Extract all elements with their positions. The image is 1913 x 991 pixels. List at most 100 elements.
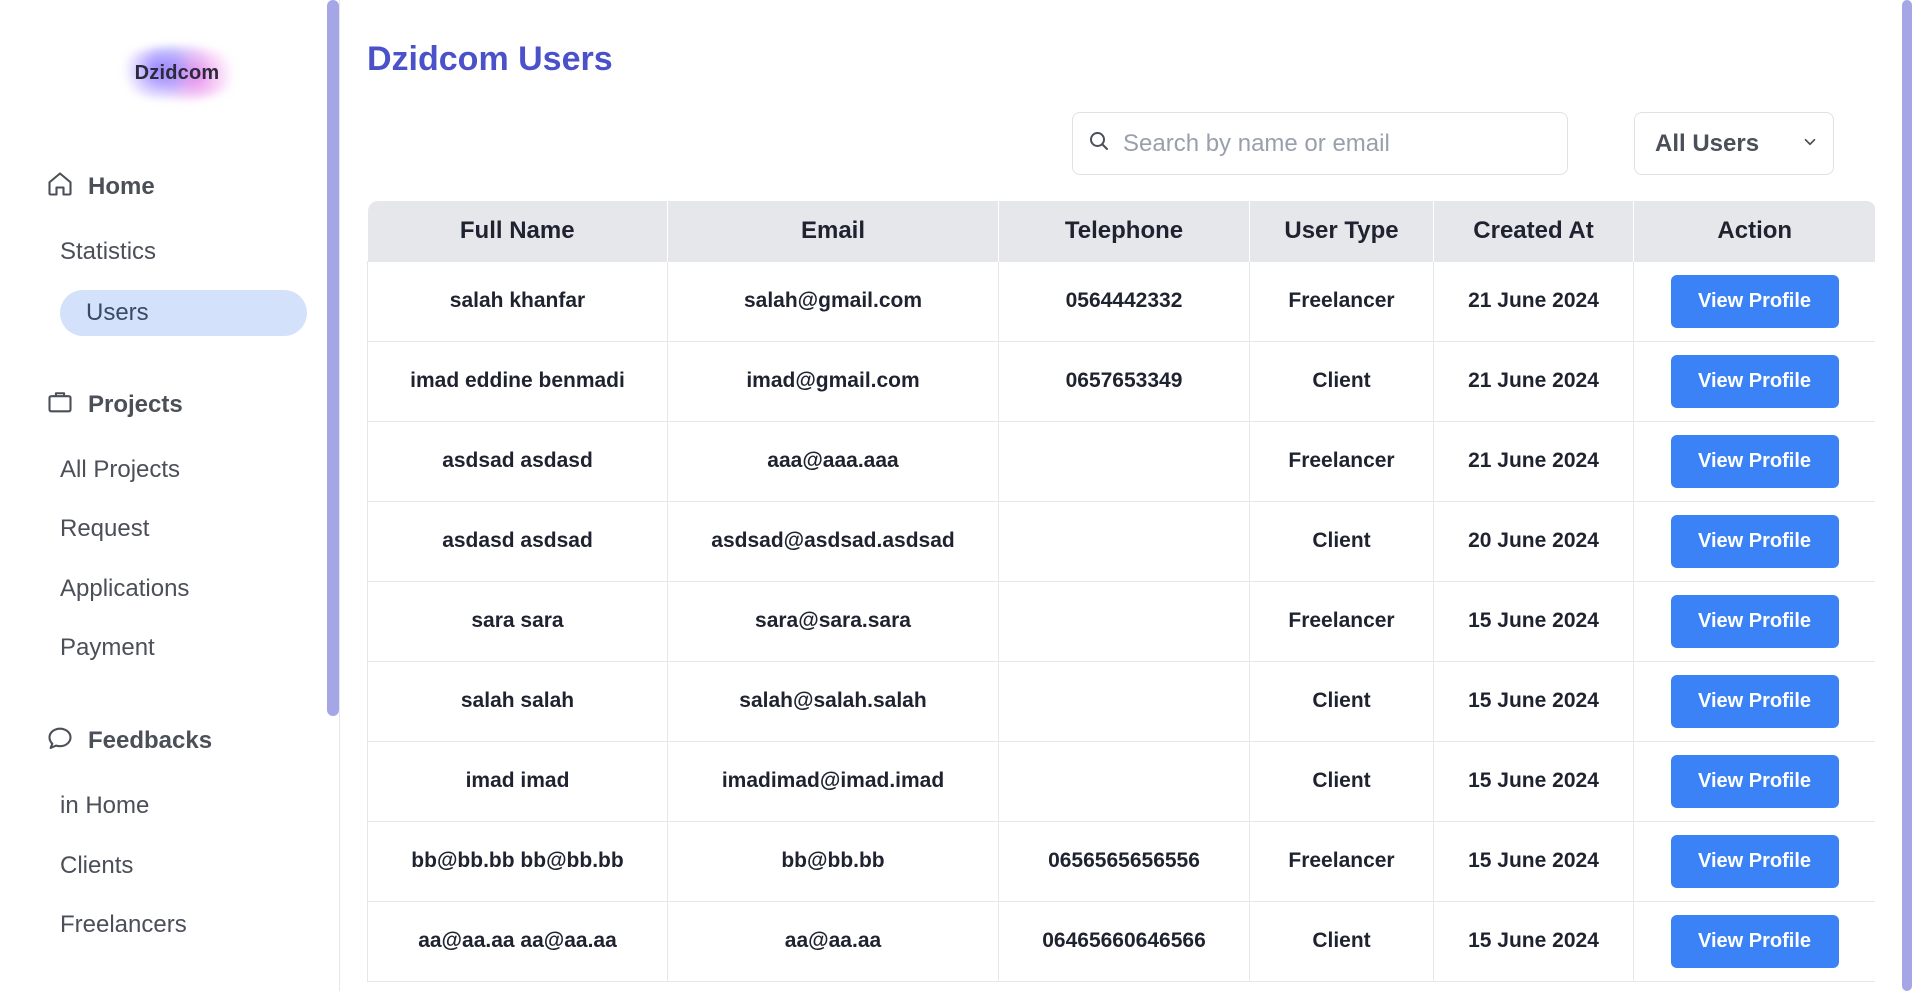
cell-telephone — [998, 660, 1250, 742]
cell-telephone: 0657653349 — [998, 340, 1250, 422]
cell-telephone — [998, 500, 1250, 582]
cell-action: View Profile — [1633, 420, 1875, 502]
search-input[interactable] — [1123, 129, 1543, 158]
view-profile-button[interactable]: View Profile — [1670, 674, 1839, 728]
cell-created-at: 15 June 2024 — [1433, 820, 1634, 902]
cell-user-type: Freelancer — [1249, 260, 1434, 342]
cell-created-at: 15 June 2024 — [1433, 900, 1634, 982]
cell-telephone: 0656565656556 — [998, 820, 1250, 902]
cell-full-name: salah salah — [367, 660, 668, 742]
sidebar-item-freelancers[interactable]: Freelancers — [60, 903, 187, 947]
cell-action: View Profile — [1633, 900, 1875, 982]
view-profile-button[interactable]: View Profile — [1670, 754, 1839, 808]
cell-action: View Profile — [1633, 260, 1875, 342]
table-body: salah khanfar salah@gmail.com 0564442332… — [367, 260, 1875, 982]
home-icon — [46, 170, 74, 205]
cell-action: View Profile — [1633, 340, 1875, 422]
cell-email: asdsad@asdsad.asdsad — [667, 500, 999, 582]
sidebar-section-home[interactable]: Home — [46, 170, 155, 204]
cell-action: View Profile — [1633, 740, 1875, 822]
search-icon — [1087, 129, 1111, 158]
column-header-created-at: Created At — [1433, 201, 1634, 261]
view-profile-button[interactable]: View Profile — [1670, 354, 1839, 408]
page-title: Dzidcom Users — [367, 40, 613, 78]
cell-full-name: sara sara — [367, 580, 668, 662]
column-header-user-type: User Type — [1249, 201, 1434, 261]
cell-user-type: Freelancer — [1249, 820, 1434, 902]
view-profile-button[interactable]: View Profile — [1670, 834, 1839, 888]
cell-email: bb@bb.bb — [667, 820, 999, 902]
cell-created-at: 21 June 2024 — [1433, 420, 1634, 502]
sidebar-section-label: Home — [88, 173, 155, 200]
sidebar-section-label: Projects — [88, 391, 183, 418]
table-row: aa@aa.aa aa@aa.aa aa@aa.aa 0646566064656… — [367, 900, 1875, 982]
view-profile-button[interactable]: View Profile — [1670, 594, 1839, 648]
chevron-down-icon — [1801, 130, 1819, 158]
cell-email: salah@gmail.com — [667, 260, 999, 342]
user-type-filter[interactable]: All Users — [1634, 112, 1834, 175]
table-header: Full Name Email Telephone User Type Crea… — [367, 201, 1875, 261]
view-profile-button[interactable]: View Profile — [1670, 274, 1839, 328]
table-row: sara sara sara@sara.sara Freelancer 15 J… — [367, 580, 1875, 662]
sidebar-item-users[interactable]: Users — [60, 290, 307, 336]
sidebar-section-label: Feedbacks — [88, 727, 213, 754]
table-row: asdasd asdsad asdsad@asdsad.asdsad Clien… — [367, 500, 1875, 582]
cell-action: View Profile — [1633, 660, 1875, 742]
cell-email: aaa@aaa.aaa — [667, 420, 999, 502]
cell-created-at: 15 June 2024 — [1433, 580, 1634, 662]
users-table-container: Full Name Email Telephone User Type Crea… — [367, 201, 1875, 991]
chat-bubble-icon — [46, 724, 74, 759]
sidebar-item-all-projects[interactable]: All Projects — [60, 448, 180, 492]
cell-created-at: 15 June 2024 — [1433, 740, 1634, 822]
table-row: imad eddine benmadi imad@gmail.com 06576… — [367, 340, 1875, 422]
sidebar-section-feedbacks[interactable]: Feedbacks — [46, 724, 212, 758]
cell-email: salah@salah.salah — [667, 660, 999, 742]
column-header-full-name: Full Name — [367, 201, 668, 261]
briefcase-icon — [46, 388, 74, 423]
column-header-email: Email — [667, 201, 999, 261]
cell-telephone: 06465660646566 — [998, 900, 1250, 982]
search-box[interactable] — [1072, 112, 1568, 175]
cell-email: imad@gmail.com — [667, 340, 999, 422]
table-row: asdsad asdasd aaa@aaa.aaa Freelancer 21 … — [367, 420, 1875, 502]
cell-telephone: 0564442332 — [998, 260, 1250, 342]
view-profile-button[interactable]: View Profile — [1670, 434, 1839, 488]
cell-full-name: asdsad asdasd — [367, 420, 668, 502]
logo[interactable]: Dzidcom — [112, 46, 242, 100]
sidebar: Dzidcom Home Statistics Users Projects A… — [0, 0, 340, 991]
logo-text: Dzidcom — [134, 61, 220, 84]
cell-user-type: Freelancer — [1249, 420, 1434, 502]
sidebar-item-clients[interactable]: Clients — [60, 844, 133, 888]
cell-full-name: asdasd asdsad — [367, 500, 668, 582]
cell-full-name: aa@aa.aa aa@aa.aa — [367, 900, 668, 982]
cell-user-type: Client — [1249, 740, 1434, 822]
cell-user-type: Client — [1249, 500, 1434, 582]
table-row: imad imad imadimad@imad.imad Client 15 J… — [367, 740, 1875, 822]
sidebar-item-in-home[interactable]: in Home — [60, 784, 149, 828]
table-row: salah salah salah@salah.salah Client 15 … — [367, 660, 1875, 742]
cell-created-at: 21 June 2024 — [1433, 340, 1634, 422]
users-table: Full Name Email Telephone User Type Crea… — [367, 201, 1875, 982]
cell-full-name: bb@bb.bb bb@bb.bb — [367, 820, 668, 902]
view-profile-button[interactable]: View Profile — [1670, 514, 1839, 568]
sidebar-item-applications[interactable]: Applications — [60, 567, 189, 611]
sidebar-item-payment[interactable]: Payment — [60, 626, 155, 670]
cell-telephone — [998, 420, 1250, 502]
cell-user-type: Client — [1249, 900, 1434, 982]
cell-full-name: salah khanfar — [367, 260, 668, 342]
cell-email: sara@sara.sara — [667, 580, 999, 662]
cell-created-at: 20 June 2024 — [1433, 500, 1634, 582]
cell-user-type: Client — [1249, 340, 1434, 422]
cell-user-type: Freelancer — [1249, 580, 1434, 662]
cell-telephone — [998, 740, 1250, 822]
view-profile-button[interactable]: View Profile — [1670, 914, 1839, 968]
sidebar-item-statistics[interactable]: Statistics — [60, 230, 156, 274]
sidebar-section-projects[interactable]: Projects — [46, 388, 183, 422]
sidebar-item-request[interactable]: Request — [60, 507, 149, 551]
table-row: bb@bb.bb bb@bb.bb bb@bb.bb 0656565656556… — [367, 820, 1875, 902]
main-scrollbar[interactable] — [1902, 0, 1912, 991]
column-header-action: Action — [1633, 201, 1875, 261]
cell-user-type: Client — [1249, 660, 1434, 742]
cell-created-at: 15 June 2024 — [1433, 660, 1634, 742]
sidebar-scrollbar[interactable] — [327, 0, 339, 716]
